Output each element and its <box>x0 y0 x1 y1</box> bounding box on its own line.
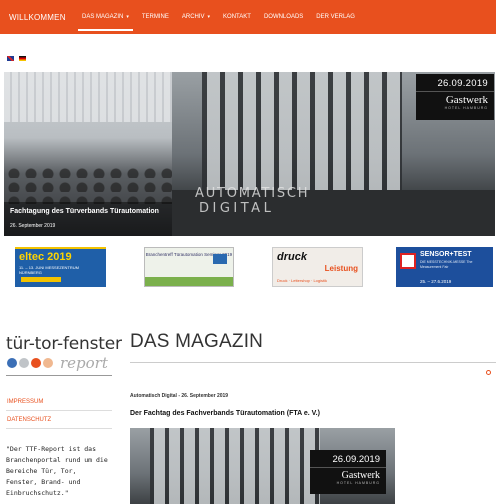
sidebar-description: "Der TTF-Report ist das Branchenportal r… <box>6 444 116 499</box>
sidebar-description-line: Fenster, Brand- und <box>6 478 81 486</box>
sensor-chart-icon <box>400 253 416 269</box>
banner-sensor-date: 25. – 27.6.2019 <box>420 279 452 284</box>
banner-sensor-test[interactable]: SENSOR+TEST DIE MESSTECHNIK-MESSE The Me… <box>396 247 493 287</box>
nav-item-label: TERMINE <box>141 14 169 20</box>
hero-title: Fachtagung des Türverbands Türautomation <box>10 208 159 215</box>
article-image-pillars <box>150 428 320 504</box>
sidebar-description-line: "Der TTF-Report ist das <box>6 445 97 453</box>
hero-caption[interactable]: Fachtagung des Türverbands Türautomation… <box>4 202 172 236</box>
site-logo-text[interactable]: tür-tor-fenster <box>6 334 122 354</box>
logo-dot-icon <box>31 358 41 368</box>
banner-seminar[interactable]: Branchentreff Türautomation Seminar 2019 <box>144 247 234 287</box>
uk-flag-icon[interactable] <box>7 56 14 61</box>
nav-item-downloads[interactable]: DOWNLOADS <box>264 14 303 20</box>
hero-event-sub: HOTEL HAMBURG <box>444 106 488 110</box>
sidebar-description-line: Bereiche Tür, Tor, <box>6 467 77 475</box>
chevron-down-icon: ▾ <box>126 14 129 20</box>
hero-overlay-line1: AUTOMATISCH <box>195 186 310 201</box>
nav-item-label: KONTAKT <box>223 14 251 20</box>
banner-eltec-strip <box>21 277 61 282</box>
top-navbar: WILLKOMMEN DAS MAGAZIN ▾ TERMINE ARCHIV … <box>0 0 496 34</box>
article-event-venue: Gastwerk <box>341 470 380 481</box>
logo-dot-icon <box>7 358 17 368</box>
nav-item-label: DAS MAGAZIN <box>82 14 124 20</box>
hero-overlay-text: AUTOMATISCH DIGITAL <box>195 186 309 216</box>
banner-seminar-bar <box>145 277 233 286</box>
banner-eltec[interactable]: eltec 2019 11. – 13. JUNI MESSEZENTRUM N… <box>15 247 106 287</box>
logo-dot-icon <box>43 358 53 368</box>
hero-overlay-line2: DIGITAL <box>199 201 275 216</box>
hero-event-date: 26.09.2019 <box>416 74 494 92</box>
article-event-sub: HOTEL HAMBURG <box>336 481 380 485</box>
sidebar-divider <box>6 428 112 429</box>
logo-divider <box>6 375 112 376</box>
nav-item-kontakt[interactable]: KONTAKT <box>223 14 251 20</box>
article-event-date: 26.09.2019 <box>310 450 386 468</box>
hero-date: 26. September 2019 <box>10 223 56 229</box>
sidebar-link-impressum[interactable]: IMPRESSUM <box>7 399 43 405</box>
hero-pillars <box>202 72 402 192</box>
banner-druck-highlight: Leistung <box>324 264 358 273</box>
page: WILLKOMMEN DAS MAGAZIN ▾ TERMINE ARCHIV … <box>0 0 496 504</box>
banner-druck[interactable]: druck Leistung Druck · Lettershop · Logi… <box>272 247 363 287</box>
hero-audience <box>4 164 172 204</box>
sidebar-link-datenschutz[interactable]: DATENSCHUTZ <box>7 417 51 423</box>
de-flag-icon[interactable] <box>19 56 26 61</box>
chevron-down-icon: ▾ <box>207 14 211 20</box>
article-title[interactable]: Der Fachtag des Fachverbands Türautomati… <box>130 410 320 417</box>
banner-eltec-title: eltec 2019 <box>19 251 72 263</box>
banner-sensor-sub: DIE MESSTECHNIK-MESSE The Measurement Fa… <box>420 260 473 269</box>
nav-item-label: ARCHIV <box>181 14 205 20</box>
hero-event-badge: 26.09.2019 Gastwerk HOTEL HAMBURG <box>416 74 494 120</box>
nav-item-label: DER VERLAG <box>316 14 355 20</box>
nav-item-archiv[interactable]: ARCHIV ▾ <box>182 14 210 20</box>
nav-item-label: DOWNLOADS <box>263 14 304 20</box>
nav-item-termine[interactable]: TERMINE <box>142 14 169 20</box>
article-image[interactable]: 26.09.2019 Gastwerk HOTEL HAMBURG <box>130 428 395 504</box>
title-divider <box>130 362 496 363</box>
sidebar-divider <box>6 410 112 411</box>
logo-report-word: report <box>60 354 108 372</box>
fta-logo-icon <box>213 254 227 264</box>
logo-dot-icon <box>19 358 29 368</box>
sidebar-description-line: Branchenportal rund um die <box>6 456 108 464</box>
hero-event-venue: Gastwerk <box>445 94 488 106</box>
banner-eltec-sub: 11. – 13. JUNI MESSEZENTRUM NÜRNBERG <box>19 265 79 275</box>
nav-item-das-magazin[interactable]: DAS MAGAZIN ▾ <box>78 14 133 31</box>
nav-item-der-verlag[interactable]: DER VERLAG <box>316 14 355 20</box>
article-meta: Automatisch Digital - 26. September 2019 <box>130 393 229 399</box>
page-title: DAS MAGAZIN <box>130 331 264 352</box>
language-switcher <box>7 56 26 61</box>
article-event-badge: 26.09.2019 Gastwerk HOTEL HAMBURG <box>310 450 386 494</box>
banner-sensor-title: SENSOR+TEST <box>420 251 472 258</box>
site-logo-mark[interactable]: report <box>7 354 108 372</box>
sidebar-description-line: Einbruchschutz." <box>6 489 69 497</box>
hero-ceiling <box>4 72 172 122</box>
banner-druck-sub: Druck · Lettershop · Logistik <box>277 278 328 283</box>
nav-home-link[interactable]: WILLKOMMEN <box>0 13 82 22</box>
gear-icon[interactable] <box>486 370 491 375</box>
